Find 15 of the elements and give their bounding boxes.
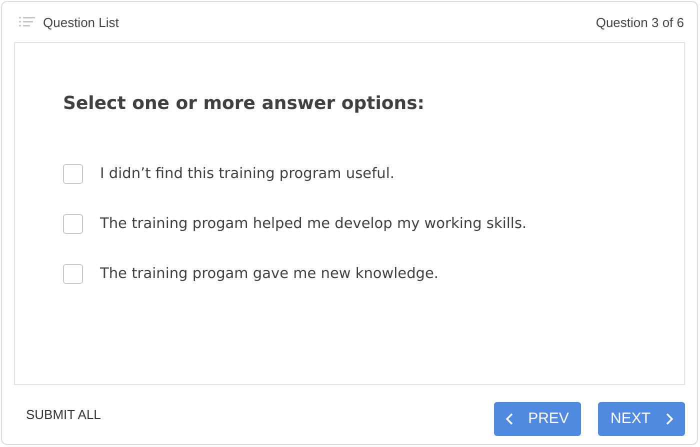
checkbox[interactable] [63,214,83,234]
prev-button[interactable]: PREV [494,402,581,436]
checkbox[interactable] [63,264,83,284]
submit-all-button[interactable]: SUBMIT ALL [16,403,111,426]
question-text: Select one or more answer options: [63,93,426,114]
chevron-right-icon [664,412,672,424]
option-label[interactable]: I didn’t find this training program useful. [100,166,395,182]
option-label[interactable]: The training progam gave me new knowledge. [100,266,439,282]
checkbox[interactable] [63,164,83,184]
question-counter: Question 3 of 6 [596,14,684,30]
option-label[interactable]: The training progam helped me develop my working skills. [100,216,527,232]
next-button[interactable]: NEXT [598,402,685,436]
question-list-link[interactable]: Question List [43,14,119,30]
list-icon[interactable] [19,17,35,27]
chevron-left-icon [506,412,514,424]
